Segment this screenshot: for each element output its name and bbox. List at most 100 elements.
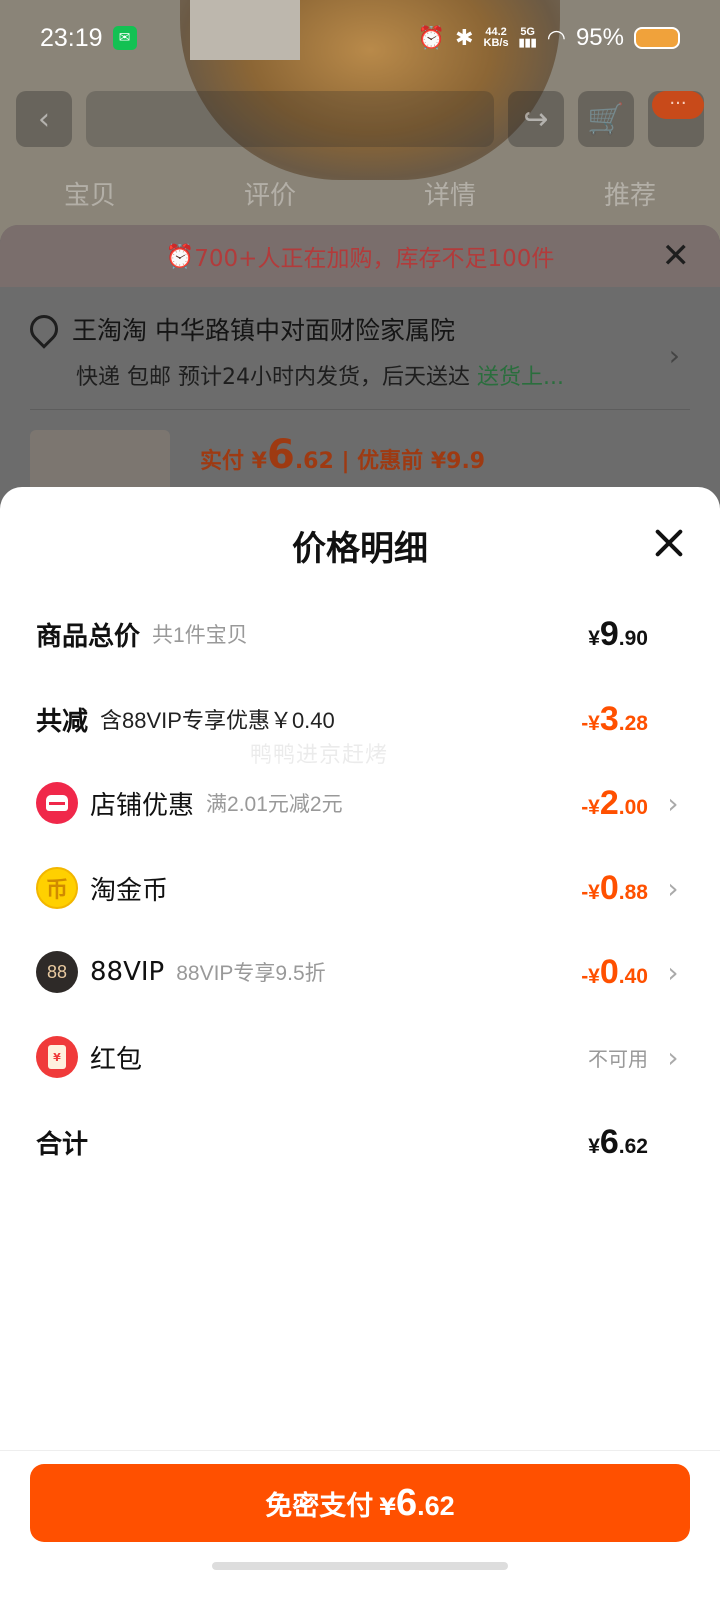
pay-button-currency: ¥ — [379, 1493, 396, 1521]
total-discount-amount: -¥ 3.28 — [581, 700, 648, 739]
product-tabs: 宝贝 评价 详情 推荐 — [0, 175, 720, 212]
alarm-clock-icon: ⏰ — [165, 243, 195, 270]
chevron-right-icon: › — [667, 871, 679, 905]
vip-rule: 88VIP专享9.5折 — [176, 962, 326, 985]
vip-dec: .40 — [618, 964, 648, 988]
shop-discount-currency: -¥ — [581, 795, 600, 819]
tab-reviews[interactable]: 评价 — [244, 175, 296, 212]
battery-icon — [634, 27, 680, 49]
red-envelope-icon: ¥ — [36, 1036, 78, 1078]
total-discount-int: 3 — [599, 699, 619, 738]
total-price-currency: ¥ — [588, 626, 600, 650]
total-discount-note: 含88VIP专享优惠￥0.40 — [100, 708, 335, 733]
delivery-link: 送货上... — [476, 365, 564, 390]
shop-icon — [36, 782, 78, 824]
row-88vip[interactable]: 88 88VIP 88VIP专享9.5折 -¥ 0.40 › — [0, 942, 720, 1002]
sku-price-int: 6 — [266, 432, 295, 478]
vip-int: 0 — [599, 952, 619, 991]
row-taobao-coins[interactable]: 币 淘金币 -¥ 0.88 › — [0, 858, 720, 918]
row-total-discount: 共减 含88VIP专享优惠￥0.40 -¥ 3.28 — [0, 689, 720, 749]
chevron-right-icon: › — [667, 955, 679, 989]
sum-label: 合计 — [36, 1129, 89, 1160]
back-button[interactable]: ‹ — [16, 91, 72, 147]
network-speed-unit: KB/s — [483, 37, 509, 49]
sku-price-dec: .62 — [294, 449, 334, 474]
hongbao-label: 红包 — [90, 1044, 143, 1075]
chevron-right-icon: › — [668, 339, 680, 372]
total-discount-currency: -¥ — [581, 711, 600, 735]
stock-alert: ⏰ 700+人正在加购，库存不足100件 ✕ — [0, 225, 720, 287]
coins-label: 淘金币 — [90, 875, 169, 906]
vip-88-icon: 88 — [36, 951, 78, 993]
sum-currency: ¥ — [588, 1134, 600, 1158]
coin-icon: 币 — [36, 867, 78, 909]
total-discount-label: 共减 — [36, 706, 89, 737]
row-sum: 合计 ¥6.62 — [0, 1112, 720, 1172]
tab-baobei[interactable]: 宝贝 — [64, 175, 116, 212]
row-hongbao[interactable]: ¥ 红包 不可用 › — [0, 1027, 720, 1087]
row-shop-discount[interactable]: 店铺优惠 满2.01元减2元 -¥ 2.00 › — [0, 773, 720, 833]
bluetooth-icon: ✱ — [455, 25, 474, 50]
network-speed: 44.2 KB/s — [484, 27, 509, 49]
delivery-info: 快递 包邮 预计24小时内发货，后天送达 — [76, 365, 470, 390]
total-price-count: 共1件宝贝 — [152, 624, 248, 647]
total-price-label: 商品总价 — [36, 621, 141, 652]
shop-discount-amount: -¥ 2.00 — [581, 784, 648, 823]
signal-icon: 5G ▮▮▮ — [518, 26, 537, 49]
row-total-price: 商品总价 共1件宝贝 ¥9.90 — [0, 604, 720, 664]
hongbao-status: 不可用 — [588, 1048, 648, 1071]
password-free-pay-button[interactable]: 免密支付 ¥ 6 .62 — [30, 1464, 690, 1542]
alarm-icon: ⏰ — [417, 25, 446, 50]
vip-label: 88VIP — [90, 957, 165, 987]
address-section[interactable]: 王淘淘 中华路镇中对面财险家属院 快递 包邮 预计24小时内发货，后天送达 送货… — [0, 287, 720, 391]
battery-percent: 95% — [575, 24, 624, 51]
share-icon[interactable]: ↪ — [508, 91, 564, 147]
sum-int: 6 — [599, 1122, 619, 1161]
coins-currency: -¥ — [581, 880, 600, 904]
shop-discount-int: 2 — [599, 783, 619, 822]
sku-price-prefix: 实付 ¥ — [200, 449, 267, 474]
chevron-right-icon: › — [667, 786, 679, 820]
status-bar: 23:19 ✉ ⏰ ✱ 44.2 KB/s 5G ▮▮▮ ◠ 95% — [0, 0, 720, 76]
tab-recommend[interactable]: 推荐 — [604, 175, 656, 212]
chevron-right-icon: › — [667, 1040, 679, 1074]
total-discount-dec: .28 — [618, 711, 648, 735]
pay-button-int: 6 — [396, 1482, 418, 1524]
wifi-icon: ◠ — [546, 25, 566, 50]
more-button[interactable]: ··· — [648, 91, 704, 147]
product-toolbar: ‹ ↪ 🛒 ··· — [16, 90, 704, 148]
shop-discount-rule: 满2.01元减2元 — [206, 793, 343, 816]
total-price-amount: ¥9.90 — [588, 615, 648, 654]
red-envelope-icon-text: ¥ — [48, 1045, 66, 1069]
shop-discount-label: 店铺优惠 — [90, 790, 195, 821]
search-bar[interactable] — [86, 91, 494, 147]
stock-alert-text: 700+人正在加购，库存不足100件 — [194, 246, 555, 272]
cart-icon[interactable]: 🛒 — [578, 91, 634, 147]
sheet-title: 价格明细 — [292, 529, 428, 569]
location-pin-icon — [24, 309, 64, 349]
address-recipient: 王淘淘 中华路镇中对面财险家属院 — [72, 316, 455, 345]
coins-int: 0 — [599, 868, 619, 907]
close-icon[interactable]: ✕ — [662, 239, 691, 273]
pay-button-label: 免密支付 — [265, 1491, 374, 1522]
footer-divider — [0, 1450, 720, 1451]
vip-currency: -¥ — [581, 964, 600, 988]
network-type: 5G — [520, 26, 535, 38]
close-icon[interactable] — [652, 527, 684, 559]
sum-dec: .62 — [618, 1134, 648, 1158]
tab-details[interactable]: 详情 — [424, 175, 476, 212]
purchase-sheet-background: ⏰ 700+人正在加购，库存不足100件 ✕ 王淘淘 中华路镇中对面财险家属院 … — [0, 225, 720, 525]
status-time: 23:19 — [40, 23, 103, 52]
total-price-dec: .90 — [618, 626, 648, 650]
wechat-notification-icon: ✉ — [112, 26, 137, 50]
sum-amount: ¥6.62 — [588, 1123, 648, 1162]
price-detail-sheet: 价格明细 鸭鸭进京赶烤 商品总价 共1件宝贝 ¥9.90 共减 含88VIP专享… — [0, 487, 720, 1600]
home-indicator[interactable] — [212, 1562, 508, 1570]
shop-discount-dec: .00 — [618, 795, 648, 819]
coins-dec: .88 — [618, 880, 648, 904]
vip-icon-text: 88 — [46, 961, 68, 982]
vip-amount: -¥ 0.40 — [581, 953, 648, 992]
sku-price-original: | 优惠前 ¥9.9 — [341, 449, 486, 474]
more-icon: ··· — [652, 91, 704, 119]
pay-button-dec: .62 — [417, 1491, 455, 1521]
